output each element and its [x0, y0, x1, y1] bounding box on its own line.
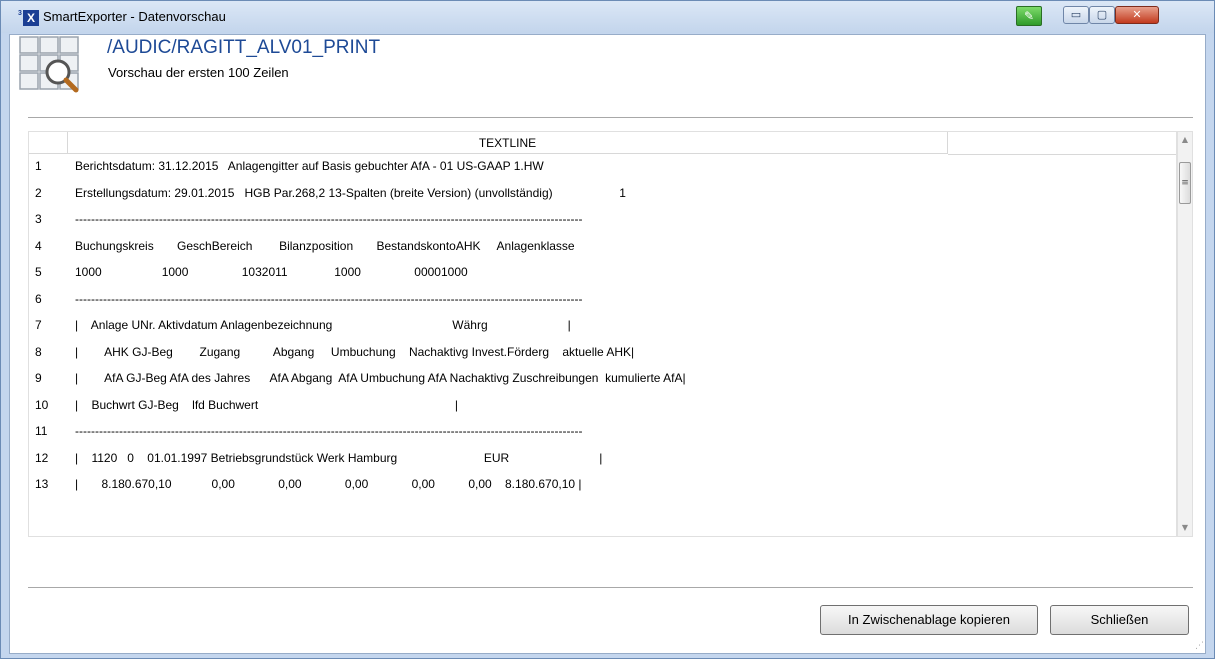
row-number: 9: [35, 371, 42, 385]
table-row[interactable]: 9 | AfA GJ-Beg AfA des Jahres AfA Abgang …: [29, 366, 1176, 393]
row-text: 1000 1000 1032011 1000 00001000: [75, 265, 468, 279]
row-number: 8: [35, 344, 42, 359]
column-header-textline[interactable]: TEXTLINE: [68, 132, 948, 154]
table-row[interactable]: 11 --------------------------------------…: [29, 419, 1176, 446]
row-number: 5: [35, 265, 42, 279]
row-text: ----------------------------------------…: [75, 291, 583, 306]
vertical-scrollbar[interactable]: ▲ ≡ ▼: [1177, 131, 1193, 537]
row-number: 2: [35, 185, 42, 200]
row-number: 10: [35, 397, 49, 412]
preview-window: 3X SmartExporter - Datenvorschau ✎ ▭ ▢ ✕…: [0, 0, 1215, 659]
table-row[interactable]: 13 | 8.180.670,10 0,00 0,00 0,00 0,00 0,0…: [29, 472, 1176, 499]
scroll-up-icon[interactable]: ▲: [1178, 132, 1192, 148]
table-preview-magnifier-icon: [19, 36, 79, 93]
minimize-button[interactable]: ▭: [1063, 6, 1089, 24]
table-row[interactable]: 4 Buchungskreis GeschBereich Bilanzpositi…: [29, 234, 1176, 261]
scroll-down-icon[interactable]: ▼: [1178, 520, 1192, 536]
close-window-button[interactable]: ✕: [1115, 6, 1159, 24]
table-row[interactable]: 2 Erstellungsdatum: 29.01.2015 HGB Par.26…: [29, 181, 1176, 208]
row-text: | Anlage UNr. Aktivdatum Anlagenbezeichn…: [75, 318, 571, 332]
column-header-filler: [948, 132, 1176, 155]
row-text: | Buchwrt GJ-Beg lfd Buchwert |: [75, 397, 459, 412]
table-row[interactable]: 12 | 1120 0 01.01.1997 Betriebsgrundstück…: [29, 446, 1176, 473]
separator-bottom: [28, 587, 1193, 588]
copy-to-clipboard-button[interactable]: In Zwischenablage kopieren: [820, 605, 1038, 635]
table-row[interactable]: 6 ---------------------------------------…: [29, 287, 1176, 314]
row-number: 7: [35, 318, 42, 332]
report-title: /AUDIC/RAGITT_ALV01_PRINT: [107, 37, 381, 58]
preview-grid[interactable]: TEXTLINE 1 Berichtsdatum: 31.12.2015 Anla…: [28, 131, 1177, 537]
grid-rows: 1 Berichtsdatum: 31.12.2015 Anlagengitter…: [29, 154, 1176, 499]
row-text: Buchungskreis GeschBereich Bilanzpositio…: [75, 238, 575, 253]
table-row[interactable]: 5 1000 1000 1032011 1000 00001000: [29, 260, 1176, 287]
table-row[interactable]: 1 Berichtsdatum: 31.12.2015 Anlagengitter…: [29, 154, 1176, 181]
resize-grip-icon[interactable]: ⋰: [1195, 641, 1207, 653]
smartexporter-logo-icon: 3X: [18, 10, 39, 26]
row-text: Berichtsdatum: 31.12.2015 Anlagengitter …: [75, 159, 544, 173]
window-title: SmartExporter - Datenvorschau: [43, 9, 226, 24]
row-text: ----------------------------------------…: [75, 212, 583, 226]
table-row[interactable]: 8 | AHK GJ-Beg Zugang Abgang Umbuchung Na…: [29, 340, 1176, 367]
row-number: 13: [35, 477, 49, 491]
separator-top: [28, 117, 1193, 118]
row-number-header: [29, 132, 68, 154]
row-number: 11: [35, 424, 48, 438]
maximize-button[interactable]: ▢: [1089, 6, 1115, 24]
row-text: Erstellungsdatum: 29.01.2015 HGB Par.268…: [75, 185, 626, 200]
row-text: | 8.180.670,10 0,00 0,00 0,00 0,00 0,00 …: [75, 477, 582, 491]
close-button[interactable]: Schließen: [1050, 605, 1189, 635]
report-subtitle: Vorschau der ersten 100 Zeilen: [108, 65, 289, 80]
edit-icon[interactable]: ✎: [1016, 6, 1042, 26]
row-number: 3: [35, 212, 42, 226]
title-bar[interactable]: 3X SmartExporter - Datenvorschau ✎ ▭ ▢ ✕: [1, 1, 1214, 33]
row-text: | AHK GJ-Beg Zugang Abgang Umbuchung Nac…: [75, 344, 635, 359]
row-number: 6: [35, 291, 42, 306]
table-row[interactable]: 7 | Anlage UNr. Aktivdatum Anlagenbezeich…: [29, 313, 1176, 340]
row-number: 12: [35, 450, 49, 465]
table-row[interactable]: 10 | Buchwrt GJ-Beg lfd Buchwert |: [29, 393, 1176, 420]
row-text: | 1120 0 01.01.1997 Betriebsgrundstück W…: [75, 450, 603, 465]
row-text: ----------------------------------------…: [75, 424, 583, 438]
table-row[interactable]: 3 ---------------------------------------…: [29, 207, 1176, 234]
row-number: 1: [35, 159, 42, 173]
row-number: 4: [35, 238, 42, 253]
row-text: | AfA GJ-Beg AfA des Jahres AfA Abgang A…: [75, 371, 686, 385]
scroll-thumb[interactable]: ≡: [1179, 162, 1191, 204]
